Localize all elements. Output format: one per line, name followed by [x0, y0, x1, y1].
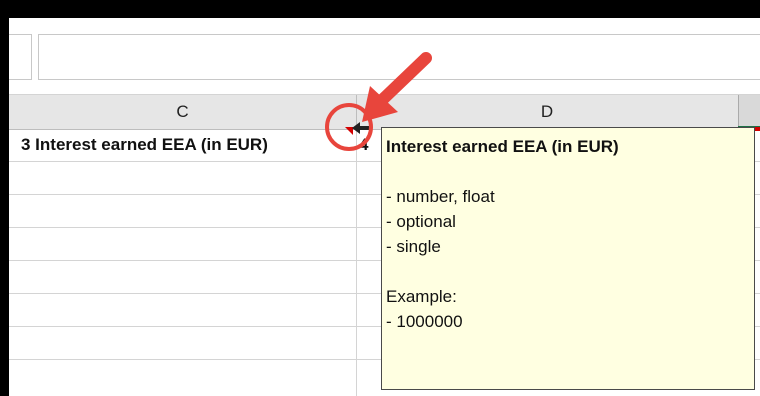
red-cell-marker [755, 127, 760, 131]
column-header-e[interactable] [738, 95, 760, 129]
comment-line: - optional [386, 212, 456, 231]
comment-line: - single [386, 237, 441, 256]
comment-example-label: Example: [386, 287, 457, 306]
column-header-c[interactable]: C [9, 95, 356, 129]
pointer-arrow-annotation-icon [362, 52, 432, 122]
comment-spacer [386, 259, 754, 284]
comment-spacer [386, 159, 754, 184]
comment-line: - number, float [386, 187, 495, 206]
cell-c-header[interactable]: 3 Interest earned EEA (in EUR) [21, 129, 356, 161]
name-box[interactable] [9, 34, 32, 80]
column-gridline [356, 129, 357, 396]
cell-comment-box: Interest earned EEA (in EUR) - number, f… [381, 127, 755, 390]
comment-example-value: - 1000000 [386, 312, 463, 331]
window-border-top [0, 0, 760, 18]
excel-window: C D 3 Interest earned EEA (in EUR) 4 Int… [0, 0, 760, 396]
window-border-left [0, 0, 9, 396]
